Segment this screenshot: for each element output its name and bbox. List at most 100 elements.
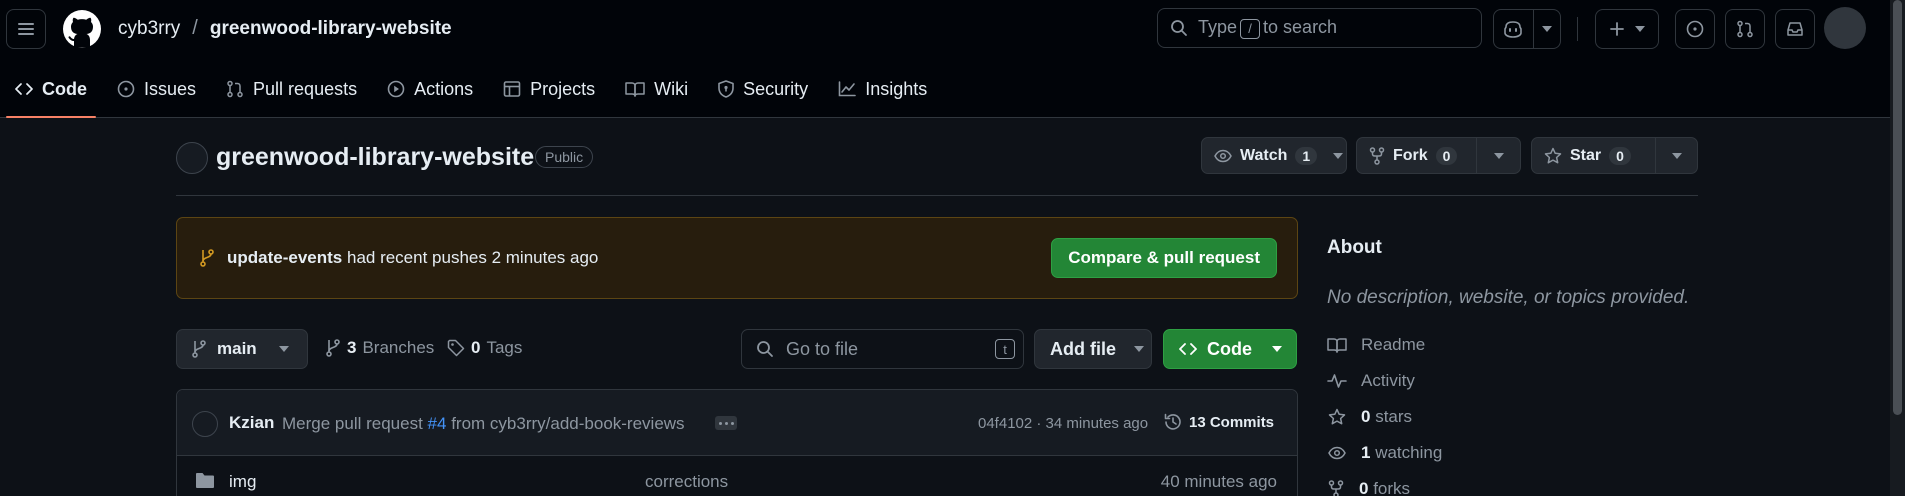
triangle-down-icon [279,346,289,352]
recent-push-banner: update-events had recent pushes 2 minute… [176,217,1298,299]
commit-author[interactable]: Kzian [229,413,274,433]
page-scrollbar[interactable] [1890,0,1905,496]
inbox-button[interactable] [1775,9,1815,49]
menu-button[interactable] [6,9,46,49]
banner-branch-name[interactable]: update-events [227,248,342,267]
expand-commit-button[interactable] [715,416,737,430]
search-shortcut-key: / [1240,18,1261,39]
branches-link[interactable]: 3 Branches [325,338,434,358]
tab-code[interactable]: Code [0,70,102,118]
fork-dropdown[interactable] [1476,138,1520,173]
user-avatar[interactable] [1824,7,1866,49]
git-pull-request-icon [1737,20,1753,38]
eye-icon [1214,149,1232,162]
create-new-button[interactable] [1595,9,1659,49]
file-name[interactable]: img [229,472,256,492]
watch-count: 1 [1295,146,1318,165]
go-to-file-placeholder: Go to file [786,338,859,359]
scrollbar-thumb[interactable] [1893,0,1902,415]
code-icon [1179,343,1197,355]
forks-link[interactable]: 0 forks [1327,479,1410,496]
file-last-commit[interactable]: corrections [645,472,728,492]
hamburger-icon [18,23,34,35]
search-input[interactable]: Type / to search [1157,8,1482,48]
breadcrumb-repo-link[interactable]: greenwood-library-website [210,18,452,40]
banner-message: update-events had recent pushes 2 minute… [227,248,598,268]
triangle-down-icon [1493,152,1504,159]
tab-pull-requests[interactable]: Pull requests [211,70,372,108]
breadcrumb-owner-link[interactable]: cyb3rry [118,18,180,40]
triangle-down-icon [1541,26,1552,32]
search-placeholder-suffix: to search [1263,17,1338,38]
tags-link[interactable]: 0 Tags [447,338,522,358]
commit-message[interactable]: Merge pull request #4 from cyb3rry/add-b… [282,414,685,434]
copilot-button[interactable] [1494,20,1533,38]
folder-icon [196,473,214,488]
commit-message-suffix: from cyb3rry/add-book-reviews [451,414,685,433]
branches-label: Branches [362,338,435,357]
branch-select-button[interactable]: main [176,329,308,369]
watch-label: Watch [1240,146,1288,164]
play-icon [387,80,405,98]
ellipsis-icon [730,421,734,425]
forks-label: forks [1373,479,1411,496]
pull-requests-button[interactable] [1725,9,1765,49]
issues-button[interactable] [1675,9,1715,49]
fork-button[interactable]: Fork 0 [1357,138,1476,173]
star-button[interactable]: Star 0 [1532,138,1655,173]
readme-label: Readme [1361,335,1426,354]
forks-count: 0 [1359,479,1369,496]
watch-button[interactable]: Watch 1 [1202,138,1329,173]
shield-icon [718,80,734,98]
repo-title[interactable]: greenwood-library-website [216,143,534,172]
pulse-icon [1327,374,1347,388]
add-file-label: Add file [1050,338,1116,359]
copilot-icon [1504,21,1523,38]
tab-label: Pull requests [253,78,358,99]
commit-author-avatar[interactable] [192,411,218,437]
watching-link[interactable]: 1 watching [1327,443,1442,463]
file-row[interactable]: img corrections 40 minutes ago [177,457,1297,496]
go-to-file-input[interactable]: Go to file t [741,329,1024,369]
repo-forked-icon [1369,146,1385,165]
book-icon [1327,338,1347,353]
tab-issues[interactable]: Issues [102,70,211,108]
branch-name: main [217,339,257,358]
commit-pr-link[interactable]: #4 [428,414,447,433]
repo-owner-avatar[interactable] [176,142,208,174]
add-file-button[interactable]: Add file [1034,329,1152,369]
commits-history-link[interactable]: 13 Commits [1163,412,1274,432]
repo-head-divider [176,195,1698,196]
tab-actions[interactable]: Actions [372,70,488,108]
commits-count: 13 Commits [1189,413,1275,431]
activity-label: Activity [1361,371,1415,390]
tab-label: Projects [530,78,596,99]
forks-text: 0 forks [1359,479,1410,496]
tab-projects[interactable]: Projects [488,70,610,108]
readme-link[interactable]: Readme [1327,335,1425,355]
stars-link[interactable]: 0 stars [1327,407,1412,427]
triangle-down-icon [1134,346,1144,352]
stars-count: 0 [1361,407,1371,426]
latest-commit-row: Kzian Merge pull request #4 from cyb3rry… [177,390,1297,456]
compare-pull-request-button[interactable]: Compare & pull request [1051,238,1277,278]
star-dropdown[interactable] [1655,138,1697,173]
commit-hash-and-time[interactable]: 04f4102 · 34 minutes ago [978,415,1148,432]
watch-dropdown[interactable] [1329,138,1346,173]
stars-text: 0 stars [1361,407,1412,427]
issue-opened-icon [1686,20,1704,38]
code-button-label: Code [1207,338,1252,359]
triangle-down-icon [1272,346,1282,352]
history-icon [1164,413,1181,430]
github-logo-icon[interactable] [62,9,102,49]
file-updated-time: 40 minutes ago [1160,472,1277,491]
tag-icon [447,339,465,357]
tab-security[interactable]: Security [703,70,823,108]
code-button[interactable]: Code [1163,329,1297,369]
tab-insights[interactable]: Insights [823,70,942,108]
fork-count: 0 [1435,146,1458,165]
activity-link[interactable]: Activity [1327,371,1415,391]
tab-wiki[interactable]: Wiki [610,70,703,108]
ellipsis-icon [718,421,722,425]
copilot-dropdown[interactable] [1534,26,1560,32]
